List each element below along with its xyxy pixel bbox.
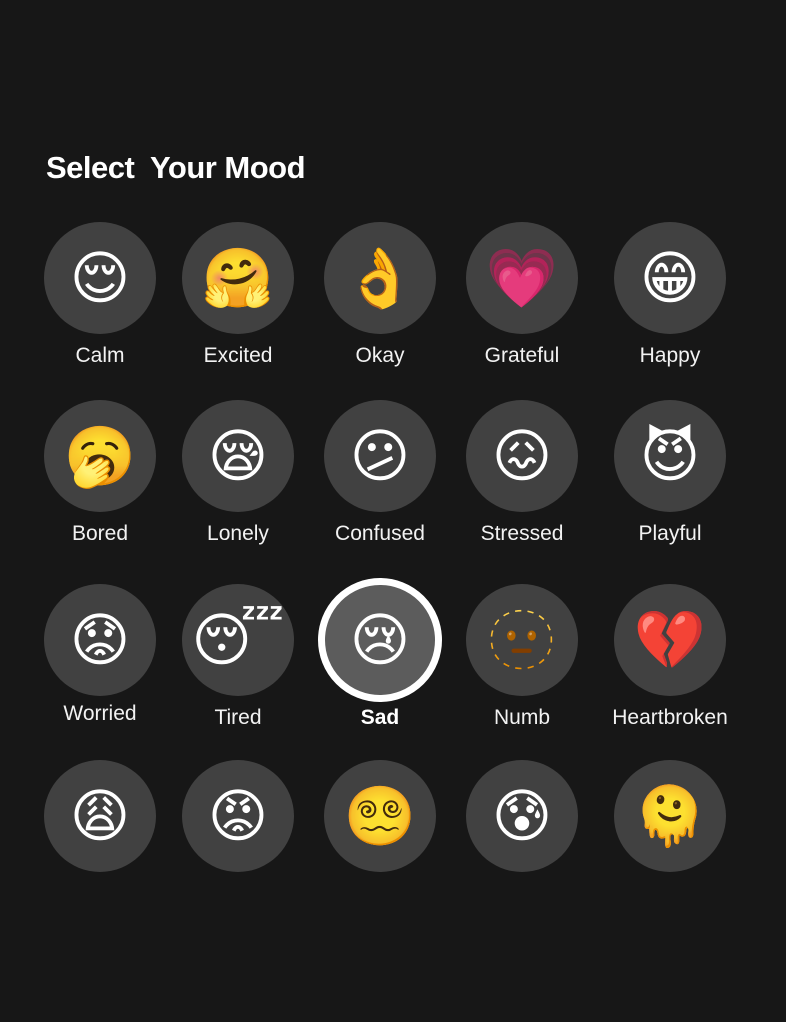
broken-heart-icon: 💔 <box>633 606 707 674</box>
mood-option[interactable]: 😡 <box>158 760 318 920</box>
dotted-line-face-icon: 🫥 <box>485 606 559 674</box>
mood-label: Happy <box>639 344 701 367</box>
mood-option[interactable]: 💗 Grateful <box>442 222 602 382</box>
mood-button[interactable]: 😰 <box>466 760 578 872</box>
mood-button[interactable]: 😁 <box>614 222 726 334</box>
anxious-face-icon: 😰 <box>491 782 553 850</box>
mood-button[interactable]: 😪 <box>182 400 294 512</box>
crying-face-icon: 😢 <box>349 606 411 674</box>
mood-button[interactable]: 🥱 <box>44 400 156 512</box>
mood-option[interactable]: 😰 <box>442 760 602 920</box>
mood-option[interactable]: 💔 Heartbroken <box>590 584 750 744</box>
mood-option[interactable]: 😖 Stressed <box>442 400 602 560</box>
mood-label: Confused <box>335 522 425 545</box>
mood-label: Okay <box>355 344 405 367</box>
relieved-face-icon: 😌 <box>69 244 131 312</box>
mood-label: Numb <box>493 706 551 729</box>
mood-option[interactable]: 👌 Okay <box>300 222 460 382</box>
weary-face-icon: 😩 <box>69 782 131 850</box>
mood-label: Heartbroken <box>612 706 728 729</box>
mood-option[interactable]: 🥱 Bored <box>20 400 180 560</box>
mood-button[interactable]: 👌 <box>324 222 436 334</box>
smiling-devil-icon: 😈 <box>639 422 701 490</box>
mood-button[interactable]: 😡 <box>182 760 294 872</box>
mood-option[interactable]: 😵‍💫 <box>300 760 460 920</box>
sleepy-face-icon: 😪 <box>207 422 269 490</box>
worried-face-icon: 😟 <box>69 606 131 674</box>
mood-option[interactable]: 😁 Happy <box>590 222 750 382</box>
dizzy-face-icon: 😵‍💫 <box>343 782 417 850</box>
mood-button[interactable]: 🫠 <box>614 760 726 872</box>
mood-button[interactable]: 😢 <box>318 578 442 702</box>
mood-label: Stressed <box>480 522 564 545</box>
mood-button[interactable]: 😌 <box>44 222 156 334</box>
angry-face-icon: 😡 <box>207 782 269 850</box>
mood-label: Lonely <box>207 522 269 545</box>
confused-face-icon: 😕 <box>349 422 411 490</box>
melting-face-icon: 🫠 <box>633 782 707 850</box>
mood-button[interactable]: 😕 <box>324 400 436 512</box>
mood-option[interactable]: 😴 Tired <box>158 584 318 744</box>
growing-heart-icon: 💗 <box>485 244 559 312</box>
ok-hand-icon: 👌 <box>343 244 417 312</box>
mood-option[interactable]: 😩 <box>20 760 180 920</box>
page-title: Select Your Mood <box>46 150 306 185</box>
mood-option[interactable]: 😟 Worried <box>20 584 180 744</box>
mood-option[interactable]: 😌 Calm <box>20 222 180 382</box>
mood-button[interactable]: 😟 <box>44 584 156 696</box>
mood-button[interactable]: 💗 <box>466 222 578 334</box>
mood-button[interactable]: 🫥 <box>466 584 578 696</box>
mood-label: Worried <box>63 702 137 725</box>
mood-label: Playful <box>638 522 702 545</box>
mood-label: Tired <box>214 706 262 729</box>
mood-button[interactable]: 💔 <box>614 584 726 696</box>
mood-label: Sad <box>360 706 400 729</box>
mood-option[interactable]: 😪 Lonely <box>158 400 318 560</box>
mood-option[interactable]: 😕 Confused <box>300 400 460 560</box>
beaming-face-icon: 😁 <box>639 244 701 312</box>
mood-button[interactable]: 😖 <box>466 400 578 512</box>
mood-option[interactable]: 🤗 Excited <box>158 222 318 382</box>
confounded-face-icon: 😖 <box>491 422 553 490</box>
mood-label: Grateful <box>484 344 560 367</box>
mood-button[interactable]: 😈 <box>614 400 726 512</box>
mood-label: Excited <box>203 344 273 367</box>
yawning-face-icon: 🥱 <box>63 422 137 490</box>
hugging-face-icon: 🤗 <box>201 244 275 312</box>
mood-button[interactable]: 😴 <box>182 584 294 696</box>
mood-button[interactable]: 😩 <box>44 760 156 872</box>
sleeping-face-icon: 😴 <box>191 606 285 674</box>
mood-option[interactable]: 🫥 Numb <box>442 584 602 744</box>
mood-button[interactable]: 🤗 <box>182 222 294 334</box>
mood-label: Calm <box>75 344 125 367</box>
mood-label: Bored <box>71 522 129 545</box>
mood-option[interactable]: 😈 Playful <box>590 400 750 560</box>
mood-button[interactable]: 😵‍💫 <box>324 760 436 872</box>
mood-option[interactable]: 🫠 <box>590 760 750 920</box>
mood-option[interactable]: 😢 Sad <box>300 578 460 744</box>
